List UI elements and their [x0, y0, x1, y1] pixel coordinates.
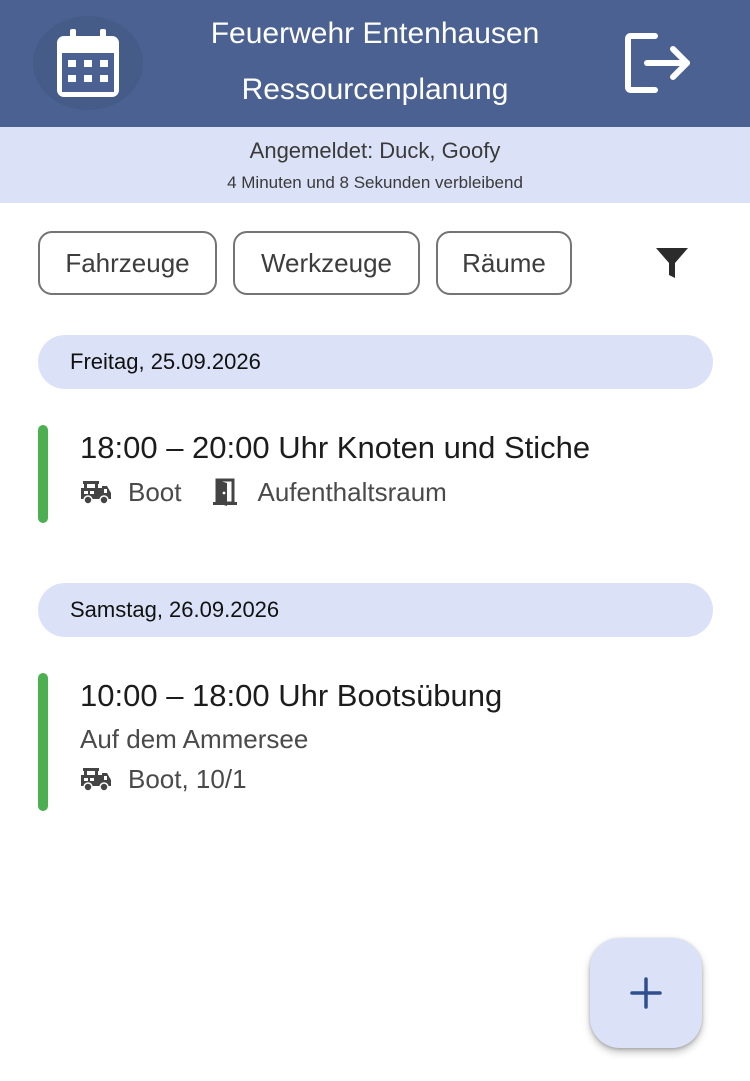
app-header: Feuerwehr Entenhausen Ressourcenplanung	[0, 0, 750, 127]
filter-icon	[656, 248, 688, 278]
plus-icon	[630, 977, 662, 1009]
logout-button[interactable]	[614, 20, 704, 106]
event-resources: Boot Aufenthaltsraum	[80, 476, 475, 508]
session-info: Angemeldet: Duck, Goofy 4 Minuten und 8 …	[0, 127, 750, 203]
calendar-icon	[57, 29, 119, 97]
session-remaining-time: 4 Minuten und 8 Sekunden verbleibend	[227, 173, 523, 192]
fire-truck-icon	[80, 764, 112, 794]
door-icon	[210, 477, 242, 507]
filter-chip-tools[interactable]: Werkzeuge	[233, 231, 420, 295]
event-description: Auf dem Ammersee	[80, 724, 309, 754]
filter-chip-rooms[interactable]: Räume	[436, 231, 572, 295]
day-header: Freitag, 25.09.2026	[38, 335, 713, 389]
resource-label: Aufenthaltsraum	[257, 476, 447, 507]
logout-icon	[625, 33, 690, 93]
filter-chip-vehicles[interactable]: Fahrzeuge	[38, 231, 217, 295]
event-resources: Boot, 10/1	[80, 763, 275, 795]
resource-label: Boot	[128, 476, 182, 507]
event-title: 18:00 – 20:00 Uhr Knoten und Stiche	[80, 430, 591, 465]
event-item[interactable]: 10:00 – 18:00 Uhr Bootsübung Auf dem Amm…	[38, 673, 718, 811]
app-subtitle: Ressourcenplanung	[241, 73, 509, 106]
logged-in-user: Angemeldet: Duck, Goofy	[249, 138, 501, 163]
fire-truck-icon	[80, 477, 112, 507]
calendar-button[interactable]	[33, 16, 143, 110]
event-item[interactable]: 18:00 – 20:00 Uhr Knoten und Stiche Boot	[38, 425, 718, 523]
event-status-bar	[38, 425, 48, 523]
resource-label: Boot, 10/1	[128, 763, 247, 794]
event-title: 10:00 – 18:00 Uhr Bootsübung	[80, 678, 503, 713]
app-title: Feuerwehr Entenhausen	[210, 17, 540, 50]
day-header: Samstag, 26.09.2026	[38, 583, 713, 637]
add-booking-button[interactable]	[590, 938, 702, 1048]
filter-button[interactable]	[646, 238, 698, 288]
event-status-bar	[38, 673, 48, 811]
